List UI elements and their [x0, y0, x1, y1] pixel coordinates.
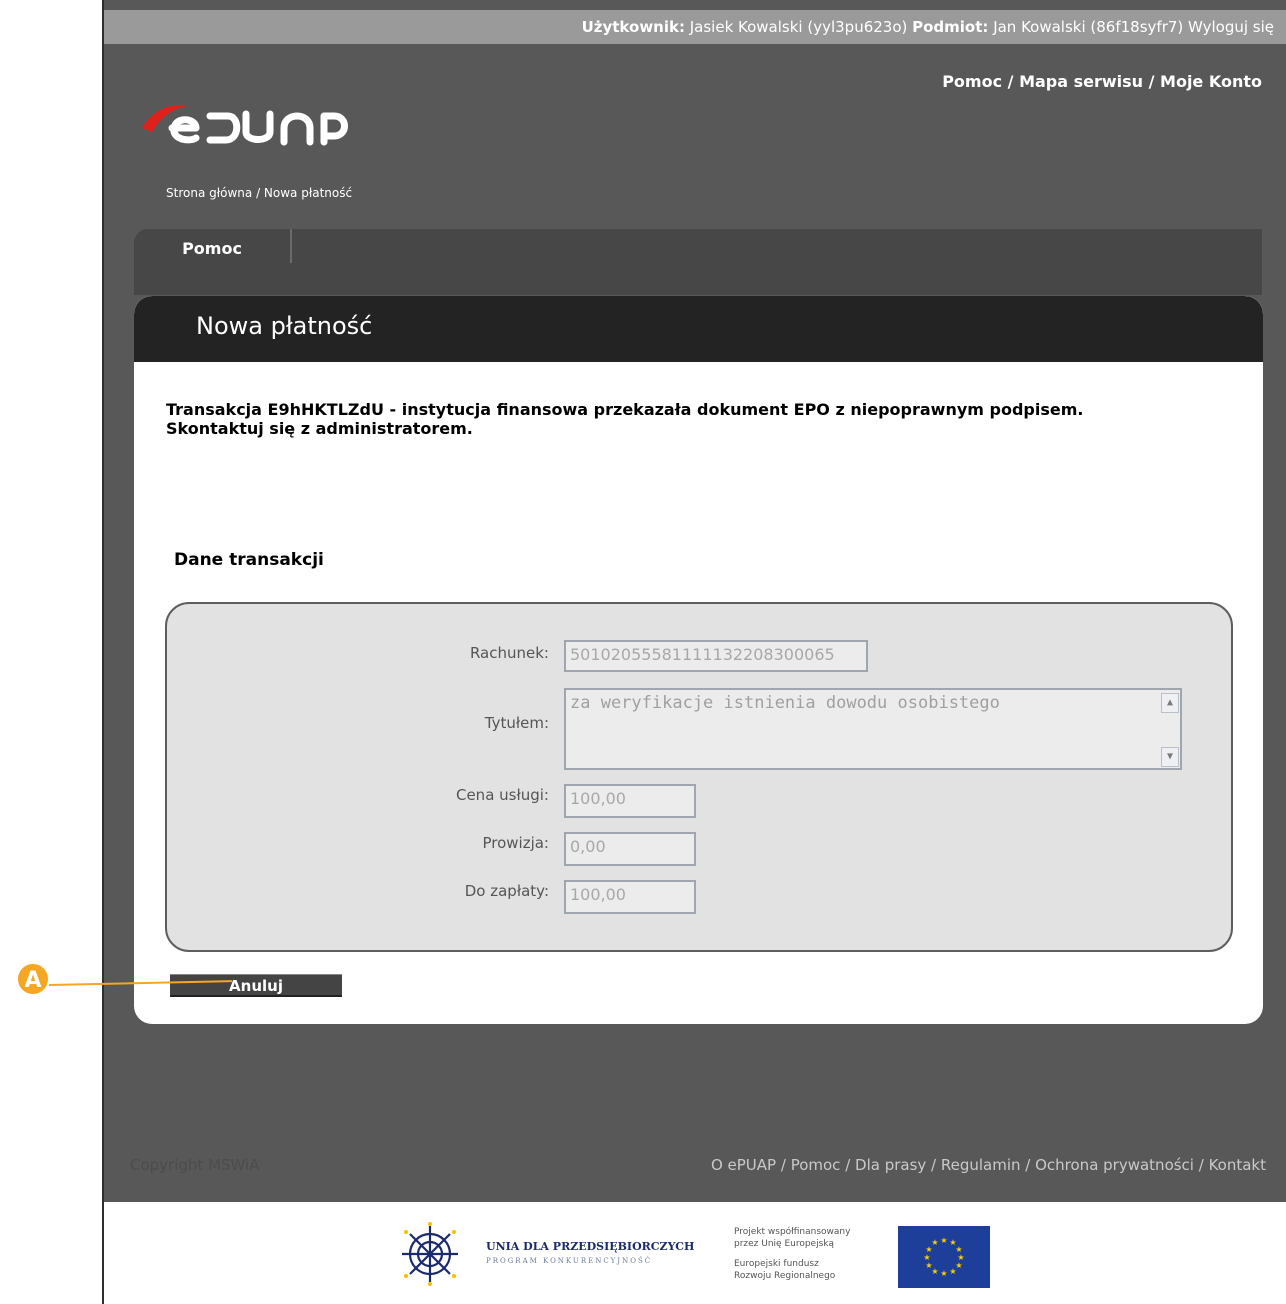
- entity-label: Podmiot:: [912, 18, 989, 36]
- title-textarea-value: za weryfikacje istnienia dowodu osobiste…: [570, 693, 1000, 713]
- breadcrumb-home[interactable]: Strona główna: [166, 186, 252, 200]
- transaction-details-box: Rachunek: 50102055581111132208300065 Tyt…: [165, 602, 1233, 952]
- footer-separator: /: [840, 1156, 856, 1174]
- commission-label: Prowizja:: [482, 834, 549, 852]
- total-label: Do zapłaty:: [464, 882, 549, 900]
- error-message-line: Transakcja E9hHKTLZdU - instytucja finan…: [166, 400, 1084, 419]
- footer-separator: /: [1193, 1156, 1209, 1174]
- scroll-up-icon[interactable]: ▲: [1161, 693, 1179, 713]
- panel-header: Nowa płatność: [134, 296, 1263, 362]
- account-label: Rachunek:: [469, 644, 549, 662]
- user-bar: Użytkownik: Jasiek Kowalski (yyl3pu623o)…: [104, 10, 1286, 44]
- total-field[interactable]: 100,00: [564, 880, 696, 914]
- help-link[interactable]: Pomoc: [942, 72, 1002, 91]
- footer-separator: /: [776, 1156, 791, 1174]
- svg-text:★: ★: [940, 1269, 947, 1278]
- account-field[interactable]: 50102055581111132208300065: [564, 640, 868, 672]
- unia-subtitle: PROGRAM KONKURENCYJNOŚĆ: [486, 1257, 653, 1265]
- unia-compass-icon: [402, 1222, 458, 1286]
- footer-link-help[interactable]: Pomoc: [791, 1156, 841, 1174]
- user-value: Jasiek Kowalski (yyl3pu623o): [684, 18, 913, 36]
- svg-text:★: ★: [931, 1238, 938, 1247]
- commission-field[interactable]: 0,00: [564, 832, 696, 866]
- breadcrumb-current: Nowa płatność: [263, 186, 353, 200]
- footer-separator: /: [926, 1156, 941, 1174]
- main-panel: Nowa płatność Transakcja E9hHKTLZdU - in…: [134, 296, 1263, 1024]
- user-label: Użytkownik:: [581, 18, 685, 36]
- svg-text:★: ★: [949, 1267, 956, 1276]
- footer-link-privacy[interactable]: Ochrona prywatności: [1035, 1156, 1194, 1174]
- eu-fund-text: Europejski fundusz Rozwoju Regionalnego: [734, 1258, 835, 1282]
- eu-flag-icon: ★ ★★ ★★★ ★★★ ★★★: [898, 1226, 990, 1288]
- footer-link-contact[interactable]: Kontakt: [1209, 1156, 1266, 1174]
- unia-title: UNIA DLA PRZEDSIĘBIORCZYCH: [486, 1240, 695, 1253]
- sitemap-link[interactable]: Mapa serwisu: [1019, 72, 1143, 91]
- svg-text:★: ★: [940, 1236, 947, 1245]
- price-label: Cena usługi:: [455, 786, 549, 804]
- annotation-badge: A: [16, 962, 50, 996]
- frame-left-border: [102, 0, 104, 1304]
- footer-link-about[interactable]: O ePUAP: [711, 1156, 776, 1174]
- footer-link-terms[interactable]: Regulamin: [941, 1156, 1021, 1174]
- footer-separator: /: [1020, 1156, 1036, 1174]
- cancel-button[interactable]: Anuluj: [170, 974, 342, 997]
- eu-text-line: Projekt współfinansowany: [734, 1227, 851, 1237]
- tab-bar: Pomoc: [134, 229, 1262, 295]
- tab-help[interactable]: Pomoc: [134, 229, 292, 263]
- eu-text-line: Europejski fundusz: [734, 1259, 819, 1269]
- scroll-down-icon[interactable]: ▼: [1161, 747, 1179, 767]
- eu-text-line: przez Unię Europejską: [734, 1239, 835, 1249]
- logout-link[interactable]: Wyloguj się: [1188, 18, 1274, 36]
- sponsor-footer: UNIA DLA PRZEDSIĘBIORCZYCH PROGRAM KONKU…: [104, 1202, 1286, 1304]
- footer-link-press[interactable]: Dla prasy: [855, 1156, 926, 1174]
- breadcrumb-separator: /: [252, 186, 264, 200]
- title-label: Tytułem:: [484, 714, 549, 732]
- copyright-text: Copyright MSWiA: [130, 1156, 260, 1174]
- entity-value: Jan Kowalski (86f18syfr7): [988, 18, 1189, 36]
- link-separator: /: [1143, 72, 1161, 91]
- footer-links: O ePUAP / Pomoc / Dla prasy / Regulamin …: [711, 1156, 1266, 1174]
- top-links: Pomoc / Mapa serwisu / Moje Konto: [942, 72, 1262, 91]
- error-message: Transakcja E9hHKTLZdU - instytucja finan…: [166, 400, 1246, 438]
- eu-text-line: Rozwoju Regionalnego: [734, 1271, 836, 1281]
- error-message-line: Skontaktuj się z administratorem.: [166, 419, 473, 438]
- page-title: Nowa płatność: [196, 312, 373, 340]
- link-separator: /: [1002, 72, 1020, 91]
- title-textarea[interactable]: za weryfikacje istnienia dowodu osobiste…: [564, 688, 1182, 770]
- svg-text:★: ★: [923, 1253, 930, 1262]
- eu-cofinancing-text: Projekt współfinansowany przez Unię Euro…: [734, 1226, 850, 1250]
- section-title: Dane transakcji: [174, 550, 324, 570]
- svg-text:★: ★: [925, 1261, 932, 1270]
- epuap-logo[interactable]: [138, 98, 348, 148]
- price-field[interactable]: 100,00: [564, 784, 696, 818]
- account-link[interactable]: Moje Konto: [1160, 72, 1262, 91]
- breadcrumb: Strona główna / Nowa płatność: [166, 186, 352, 200]
